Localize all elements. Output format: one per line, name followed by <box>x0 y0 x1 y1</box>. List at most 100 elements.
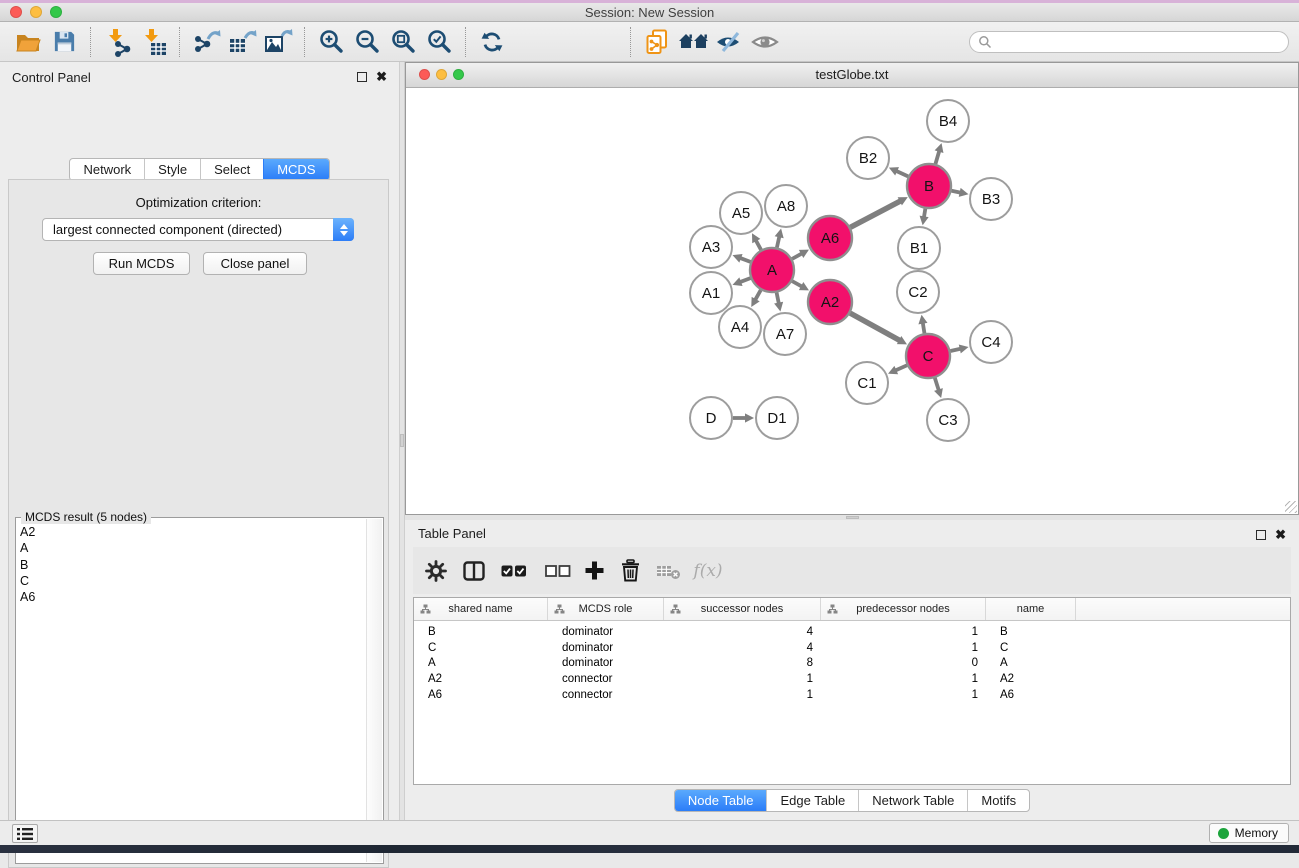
window-resize-grip[interactable] <box>1285 501 1297 513</box>
tab-edge-table[interactable]: Edge Table <box>766 790 858 811</box>
show-graphics-details-button[interactable] <box>747 26 783 58</box>
close-panel-icon[interactable]: ✖ <box>376 71 387 82</box>
unselect-all-columns-button[interactable] <box>543 547 573 594</box>
graph-edge-B-B2[interactable] <box>895 171 908 177</box>
delete-table-button[interactable] <box>653 547 683 594</box>
export-table-button[interactable] <box>224 26 260 58</box>
tab-style[interactable]: Style <box>144 159 200 180</box>
splitter-grip[interactable] <box>846 516 859 519</box>
table-row[interactable]: B dominator 4 1 B <box>414 624 1290 640</box>
zoom-out-button[interactable] <box>349 26 385 58</box>
function-builder-button[interactable]: f(x) <box>691 547 725 594</box>
column-header-successor-nodes[interactable]: successor nodes <box>664 598 821 620</box>
export-image-button[interactable] <box>260 26 296 58</box>
graph-edge-A2-C[interactable] <box>850 313 901 341</box>
import-table-button[interactable] <box>135 26 171 58</box>
graph-node-label: C1 <box>857 375 876 392</box>
run-mcds-button[interactable]: Run MCDS <box>93 252 190 275</box>
graph-edge-arrow <box>920 216 929 226</box>
create-column-button[interactable] <box>581 547 607 594</box>
list-item[interactable]: A2 <box>20 524 365 540</box>
table-settings-button[interactable] <box>423 547 449 594</box>
fx-icon: f(x) <box>693 561 722 581</box>
graph-node-label: C <box>923 348 934 365</box>
clone-network-button[interactable] <box>639 26 675 58</box>
column-header-name[interactable]: name <box>986 598 1076 620</box>
zoom-selected-button[interactable] <box>421 26 457 58</box>
column-header-shared-name[interactable]: shared name <box>414 598 548 620</box>
node-table: shared name MCDS role successor nodes pr… <box>413 597 1291 785</box>
list-item[interactable]: B <box>20 557 365 573</box>
column-header-mcds-role[interactable]: MCDS role <box>548 598 664 620</box>
table-row[interactable]: A2 connector 1 1 A2 <box>414 671 1290 687</box>
graph-edge-C-C1[interactable] <box>894 365 907 371</box>
network-graph[interactable]: B4B2BB3A5A8A6A3AB1A1C2A4A7A2CC4C1C3DD1 <box>406 88 1298 515</box>
tab-network[interactable]: Network <box>70 159 144 180</box>
graph-node-label: A2 <box>821 294 839 311</box>
tab-select[interactable]: Select <box>200 159 263 180</box>
network-window-titlebar[interactable]: testGlobe.txt <box>406 63 1298 88</box>
graph-node-label: A6 <box>821 230 839 247</box>
open-folder-icon <box>14 29 42 55</box>
save-session-button[interactable] <box>46 26 82 58</box>
open-session-button[interactable] <box>10 26 46 58</box>
list-item[interactable]: C <box>20 573 365 589</box>
column-header-predecessor-nodes[interactable]: predecessor nodes <box>821 598 986 620</box>
show-columns-button[interactable] <box>461 547 487 594</box>
graph-edge-B-B4[interactable] <box>935 150 939 164</box>
graph-edge-C-C3[interactable] <box>935 378 939 391</box>
toolbar-separator <box>304 27 305 57</box>
zoom-in-button[interactable] <box>313 26 349 58</box>
export-network-button[interactable] <box>188 26 224 58</box>
splitter-grip[interactable] <box>400 434 404 447</box>
graph-node-label: B1 <box>910 240 928 257</box>
tab-mcds[interactable]: MCDS <box>263 159 328 180</box>
graph-edge-arrow <box>775 228 784 238</box>
search-input[interactable] <box>969 31 1289 53</box>
close-panel-button[interactable]: Close panel <box>203 252 307 275</box>
task-history-button[interactable] <box>12 824 38 843</box>
tab-network-table[interactable]: Network Table <box>858 790 967 811</box>
zoom-fit-button[interactable] <box>385 26 421 58</box>
refresh-button[interactable] <box>474 26 510 58</box>
tab-motifs[interactable]: Motifs <box>967 790 1029 811</box>
import-network-button[interactable] <box>99 26 135 58</box>
graph-edge-A6-B[interactable] <box>850 200 901 227</box>
toolbar-separator <box>630 27 631 57</box>
float-panel-icon[interactable] <box>357 72 367 82</box>
close-traffic-light[interactable] <box>10 6 22 18</box>
table-row[interactable]: C dominator 4 1 C <box>414 640 1290 656</box>
eye-slash-icon <box>714 31 744 53</box>
select-all-columns-button[interactable] <box>499 547 529 594</box>
minimize-traffic-light[interactable] <box>30 6 42 18</box>
graph-edge-arrow <box>959 344 969 353</box>
float-panel-icon[interactable] <box>1256 530 1266 540</box>
export-network-icon <box>191 27 221 57</box>
home-button[interactable] <box>675 26 711 58</box>
export-table-icon <box>227 27 257 57</box>
hide-graphics-details-button[interactable] <box>711 26 747 58</box>
list-item[interactable]: A6 <box>20 589 365 605</box>
result-scrollbar[interactable] <box>366 519 382 862</box>
criterion-dropdown[interactable]: largest connected component (directed) <box>42 218 354 241</box>
graph-node-label: D <box>706 410 717 427</box>
table-row[interactable]: A dominator 8 0 A <box>414 656 1290 672</box>
task-list-icon <box>17 828 33 840</box>
zoom-in-icon <box>318 28 345 55</box>
zoom-traffic-light[interactable] <box>50 6 62 18</box>
table-panel-window-controls: ✖ <box>1256 529 1286 540</box>
mcds-result-box: MCDS result (5 nodes) A2 A B C A6 <box>15 517 384 864</box>
tree-icon <box>420 604 431 614</box>
close-panel-icon[interactable]: ✖ <box>1275 529 1286 540</box>
list-item[interactable]: A <box>20 540 365 556</box>
table-row[interactable]: A6 connector 1 1 A6 <box>414 687 1290 703</box>
graph-node-label: B3 <box>982 191 1000 208</box>
network-canvas[interactable]: B4B2BB3A5A8A6A3AB1A1C2A4A7A2CC4C1C3DD1 <box>406 88 1298 514</box>
tab-node-table[interactable]: Node Table <box>675 790 767 811</box>
desktop-background-strip <box>0 845 1299 853</box>
optimization-criterion-label: Optimization criterion: <box>9 195 388 210</box>
search-icon <box>978 35 992 49</box>
checked-boxes-icon <box>501 564 527 578</box>
memory-button[interactable]: Memory <box>1209 823 1289 843</box>
delete-columns-button[interactable] <box>617 547 643 594</box>
